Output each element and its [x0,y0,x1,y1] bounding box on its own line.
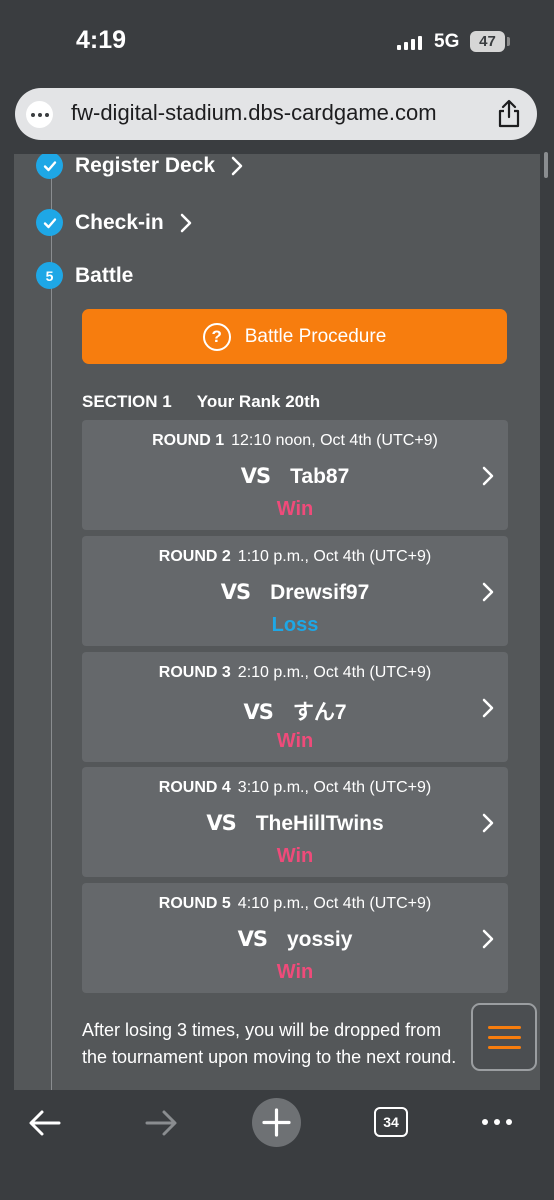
round-time: 4:10 p.m., Oct 4th (UTC+9) [237,895,432,912]
plus-icon [262,1108,291,1137]
vs-label: VS [240,464,271,488]
battle-procedure-button[interactable]: ? Battle Procedure [82,309,507,364]
battery-icon: 47 [470,31,505,52]
step-label: Register Deck [75,154,216,177]
round-result: Win [276,961,314,983]
round-card[interactable]: ROUND 2 1:10 p.m., Oct 4th (UTC+9) VS Drew… [82,536,508,646]
opponent-name: TheHillTwins [255,812,384,835]
round-result: Win [276,730,314,752]
round-card[interactable]: ROUND 3 2:10 p.m., Oct 4th (UTC+9) VS すん7 … [82,652,508,762]
your-rank: Your Rank 20th [196,392,321,411]
opponent-name: すん7 [292,701,347,724]
cellular-signal-icon [397,36,422,50]
url-text[interactable]: fw-digital-stadium.dbs-cardgame.com [71,100,437,126]
chevron-right-icon [482,582,494,602]
round-time: 1:10 p.m., Oct 4th (UTC+9) [237,548,432,565]
timeline-line [51,154,52,1090]
check-icon [36,209,63,236]
step-label: Battle [75,263,134,287]
vs-label: VS [206,811,236,835]
step-battle: 5 Battle [36,262,133,289]
round-card[interactable]: ROUND 4 3:10 p.m., Oct 4th (UTC+9) VS TheH… [82,767,508,877]
browser-toolbar: 34 [0,1090,554,1200]
round-card[interactable]: ROUND 5 4:10 p.m., Oct 4th (UTC+9) VS yoss… [82,883,508,993]
forward-arrow-icon[interactable] [144,1108,178,1138]
back-arrow-icon[interactable] [28,1108,62,1138]
more-options-icon[interactable] [482,1119,512,1125]
vs-label: VS [243,700,273,724]
share-icon[interactable] [495,99,523,129]
chevron-right-icon [482,813,494,833]
check-icon [36,154,63,179]
step-label: Check-in [75,210,164,234]
chevron-right-icon [482,466,494,486]
round-label: ROUND 1 [152,432,225,449]
round-time: 3:10 p.m., Oct 4th (UTC+9) [237,779,432,796]
round-label: ROUND 4 [158,779,231,796]
chevron-right-icon [482,929,494,949]
address-bar[interactable]: fw-digital-stadium.dbs-cardgame.com [15,88,537,140]
round-time: 2:10 p.m., Oct 4th (UTC+9) [237,664,432,681]
step-number-badge: 5 [36,262,63,289]
tabs-button[interactable]: 34 [374,1107,408,1137]
network-type: 5G [434,31,460,52]
chevron-right-icon [482,698,494,718]
battle-procedure-label: Battle Procedure [244,325,387,347]
round-card[interactable]: ROUND 1 12:10 noon, Oct 4th (UTC+9) VS Tab… [82,420,508,530]
hamburger-menu-button[interactable] [471,1003,537,1071]
round-label: ROUND 5 [158,895,231,912]
status-bar: 4:19 5G 47 [0,0,554,84]
status-time: 4:19 [76,26,127,54]
vs-label: VS [220,580,251,604]
step-check-in[interactable]: Check-in [36,209,192,236]
opponent-name: Tab87 [290,465,350,488]
round-result: Win [276,498,314,520]
round-result: Win [276,845,314,867]
opponent-name: Drewsif97 [270,581,370,604]
section-header: SECTION 1 Your Rank 20th [82,392,320,412]
opponent-name: yossiy [287,928,353,951]
round-label: ROUND 2 [158,548,231,565]
page-menu-icon[interactable] [26,101,53,128]
step-register-deck[interactable]: Register Deck [36,154,243,179]
chevron-right-icon [180,213,191,232]
round-time: 12:10 noon, Oct 4th (UTC+9) [231,432,438,449]
round-result: Loss [271,614,319,636]
round-label: ROUND 3 [158,664,231,681]
section-name: SECTION 1 [82,392,172,411]
battery-tip [507,37,510,46]
vs-label: VS [237,927,268,951]
help-icon: ? [202,322,231,351]
scrollbar[interactable] [544,152,548,178]
page-content: Register Deck Check-in 5 Battle ? Battle… [14,154,540,1090]
new-tab-button[interactable] [252,1098,301,1147]
chevron-right-icon [231,156,243,175]
